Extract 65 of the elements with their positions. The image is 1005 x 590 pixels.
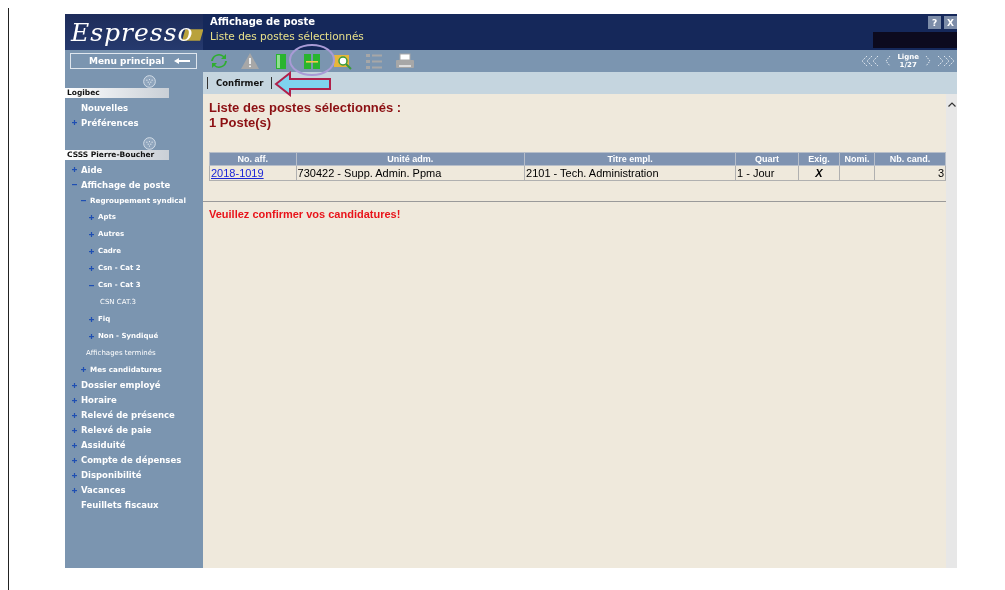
table-cell: 730422 - Supp. Admin. Ppma	[297, 167, 442, 179]
help-button[interactable]: ?	[928, 16, 941, 29]
next-icon[interactable]	[925, 56, 931, 66]
warning-message: Veuillez confirmer vos candidatures!	[208, 208, 402, 220]
sidebar-item[interactable]: Dossier employé	[81, 380, 161, 390]
column-header: Nomi.	[839, 152, 875, 166]
column-header: Quart	[735, 152, 799, 166]
table-cell: 2101 - Tech. Administration	[526, 167, 659, 179]
plus-icon[interactable]	[81, 366, 86, 372]
sidebar-item[interactable]: Affichage de poste	[81, 179, 171, 190]
plus-icon[interactable]	[72, 397, 77, 403]
post-count: 1 Poste(s)	[208, 115, 273, 130]
logo: Espresso	[65, 14, 203, 50]
plus-icon[interactable]	[89, 316, 94, 322]
folder-search-icon[interactable]	[333, 52, 353, 70]
plus-icon[interactable]	[89, 231, 94, 237]
pointer-arrow	[274, 71, 332, 97]
page-title: Affichage de poste	[210, 16, 317, 27]
plus-icon[interactable]	[89, 333, 94, 339]
sidebar-item[interactable]: Feuillets fiscaux	[81, 500, 159, 510]
highlight-ellipse	[288, 43, 336, 77]
sidebar-item[interactable]: Préférences	[81, 117, 139, 128]
table-cell: X	[815, 167, 823, 179]
table-cell: 3	[937, 167, 944, 179]
plus-icon[interactable]	[72, 382, 77, 388]
sidebar-item[interactable]: Nouvelles	[81, 102, 128, 113]
first-page-icon[interactable]	[861, 56, 880, 66]
plus-icon[interactable]	[89, 248, 94, 254]
plus-icon[interactable]	[72, 472, 77, 478]
sidebar-item[interactable]: Disponibilité	[81, 470, 142, 480]
plus-icon[interactable]	[72, 457, 77, 463]
confirm-button[interactable]: Confirmer	[214, 78, 266, 88]
arrow-icon	[174, 58, 190, 64]
list-heading: Liste des postes sélectionnés :	[208, 100, 403, 115]
table-cell: 1 - Jour	[737, 167, 775, 179]
previous-icon[interactable]	[885, 56, 892, 66]
plus-icon[interactable]	[72, 167, 77, 172]
scrollbar[interactable]	[946, 94, 957, 568]
column-header: Exig.	[798, 152, 840, 166]
column-header: Titre empl.	[524, 152, 736, 166]
column-header: No. aff.	[209, 152, 297, 166]
split-panel-icon[interactable]	[302, 52, 322, 70]
sidebar-item[interactable]: Horaire	[81, 395, 117, 405]
last-page-icon[interactable]	[937, 56, 955, 66]
plus-icon[interactable]	[72, 427, 77, 433]
plus-icon[interactable]	[89, 265, 94, 271]
column-header: Unité adm.	[296, 152, 525, 166]
sidebar-item[interactable]: Assiduité	[81, 440, 126, 450]
plus-icon[interactable]	[72, 487, 77, 493]
main-menu-button[interactable]: Menu principal	[70, 53, 197, 69]
plus-icon[interactable]	[72, 442, 77, 448]
collapse-circle-icon[interactable]	[143, 137, 156, 150]
sidebar-item[interactable]: Compte de dépenses	[81, 455, 182, 465]
column-header: Nb. cand.	[874, 152, 946, 166]
page-subtitle: Liste des postes sélectionnés	[210, 30, 364, 42]
plus-icon[interactable]	[72, 412, 77, 418]
plus-icon[interactable]	[72, 120, 77, 125]
sidebar-item[interactable]: Vacances	[81, 485, 126, 495]
scroll-up-icon[interactable]	[947, 102, 956, 107]
sidebar-item[interactable]: Aide	[81, 164, 103, 175]
collapse-circle-icon[interactable]	[143, 75, 156, 88]
plus-icon[interactable]	[89, 214, 94, 220]
sidebar-item[interactable]: Relevé de paie	[81, 425, 152, 435]
close-button[interactable]: X	[944, 16, 957, 29]
sidebar-item[interactable]: Relevé de présence	[81, 410, 175, 420]
